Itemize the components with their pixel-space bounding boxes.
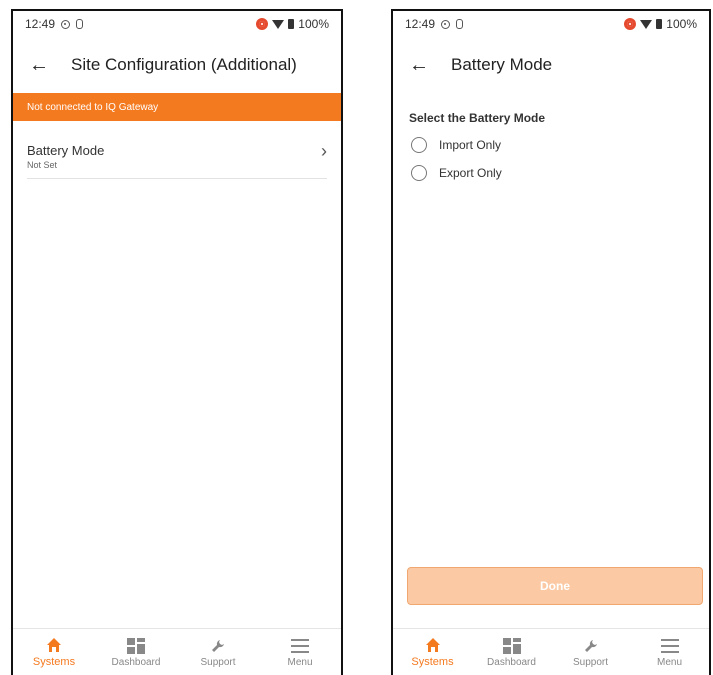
hamburger-icon — [291, 637, 309, 655]
page-title: Battery Mode — [451, 55, 553, 74]
option-label: Import Only — [439, 138, 502, 152]
connection-warning-banner: Not connected to IQ Gateway — [13, 93, 341, 121]
nav-systems[interactable]: Systems — [398, 636, 468, 668]
home-icon — [46, 636, 62, 654]
nav-support[interactable]: Support — [556, 637, 626, 668]
row-value: Not Set — [27, 160, 58, 170]
battery-mode-row[interactable]: Battery Mode Not Set › — [27, 121, 327, 179]
home-icon — [425, 636, 441, 654]
database-icon — [456, 19, 464, 29]
status-bar: 12:49 100% — [13, 11, 341, 37]
battery-mode-screen: 12:49 100% ← Battery Mode Select the Bat… — [391, 9, 711, 675]
nav-label: Dashboard — [487, 656, 536, 668]
row-label: Battery Mode — [27, 143, 105, 158]
wrench-icon — [583, 637, 599, 655]
option-export-only[interactable]: Export Only — [411, 165, 709, 181]
dashboard-icon — [502, 637, 521, 655]
wifi-icon — [640, 19, 653, 29]
bottom-navigation: Systems Dashboard Support Menu — [13, 628, 341, 675]
wifi-icon — [272, 19, 285, 29]
section-title: Select the Battery Mode — [409, 111, 546, 125]
status-time: 12:49 — [25, 17, 56, 31]
app-bar: ← Site Configuration (Additional) — [13, 37, 341, 93]
battery-percent: 100% — [298, 17, 329, 31]
nav-label: Support — [572, 656, 609, 668]
dashboard-icon — [127, 637, 145, 655]
radio-button[interactable] — [411, 137, 427, 153]
nav-label: Menu — [656, 656, 682, 668]
battery-icon — [656, 19, 663, 29]
nav-dashboard[interactable]: Dashboard — [101, 637, 171, 668]
nav-label: Dashboard — [111, 656, 161, 668]
notification-dot-icon — [61, 19, 71, 29]
nav-label: Systems — [32, 656, 76, 668]
option-import-only[interactable]: Import Only — [411, 137, 709, 153]
nav-label: Menu — [287, 656, 313, 668]
hamburger-icon — [660, 637, 679, 655]
app-bar: ← Battery Mode — [393, 37, 709, 93]
back-arrow-icon[interactable]: ← — [29, 54, 57, 77]
nav-dashboard[interactable]: Dashboard — [477, 637, 547, 668]
notification-dot-icon — [441, 19, 451, 29]
battery-percent: 100% — [666, 17, 697, 31]
option-label: Export Only — [439, 166, 502, 180]
screen-record-icon — [624, 18, 637, 30]
nav-systems[interactable]: Systems — [19, 636, 89, 668]
status-bar: 12:49 100% — [393, 11, 709, 37]
bottom-navigation: Systems Dashboard Support Menu — [393, 628, 709, 675]
nav-menu[interactable]: Menu — [265, 637, 335, 668]
screen-record-icon — [256, 18, 269, 30]
radio-button[interactable] — [411, 165, 427, 181]
page-title: Site Configuration (Additional) — [71, 55, 297, 74]
nav-menu[interactable]: Menu — [635, 637, 705, 668]
site-configuration-screen: 12:49 100% ← Site Configuration (Additio… — [11, 9, 343, 675]
database-icon — [76, 19, 84, 29]
done-button[interactable]: Done — [407, 567, 703, 605]
back-arrow-icon[interactable]: ← — [409, 54, 437, 77]
battery-icon — [288, 19, 295, 29]
nav-label: Systems — [411, 656, 454, 668]
status-time: 12:49 — [405, 17, 436, 31]
nav-label: Support — [200, 656, 236, 668]
chevron-right-icon: › — [321, 141, 327, 161]
nav-support[interactable]: Support — [183, 637, 253, 668]
wrench-icon — [210, 637, 226, 655]
